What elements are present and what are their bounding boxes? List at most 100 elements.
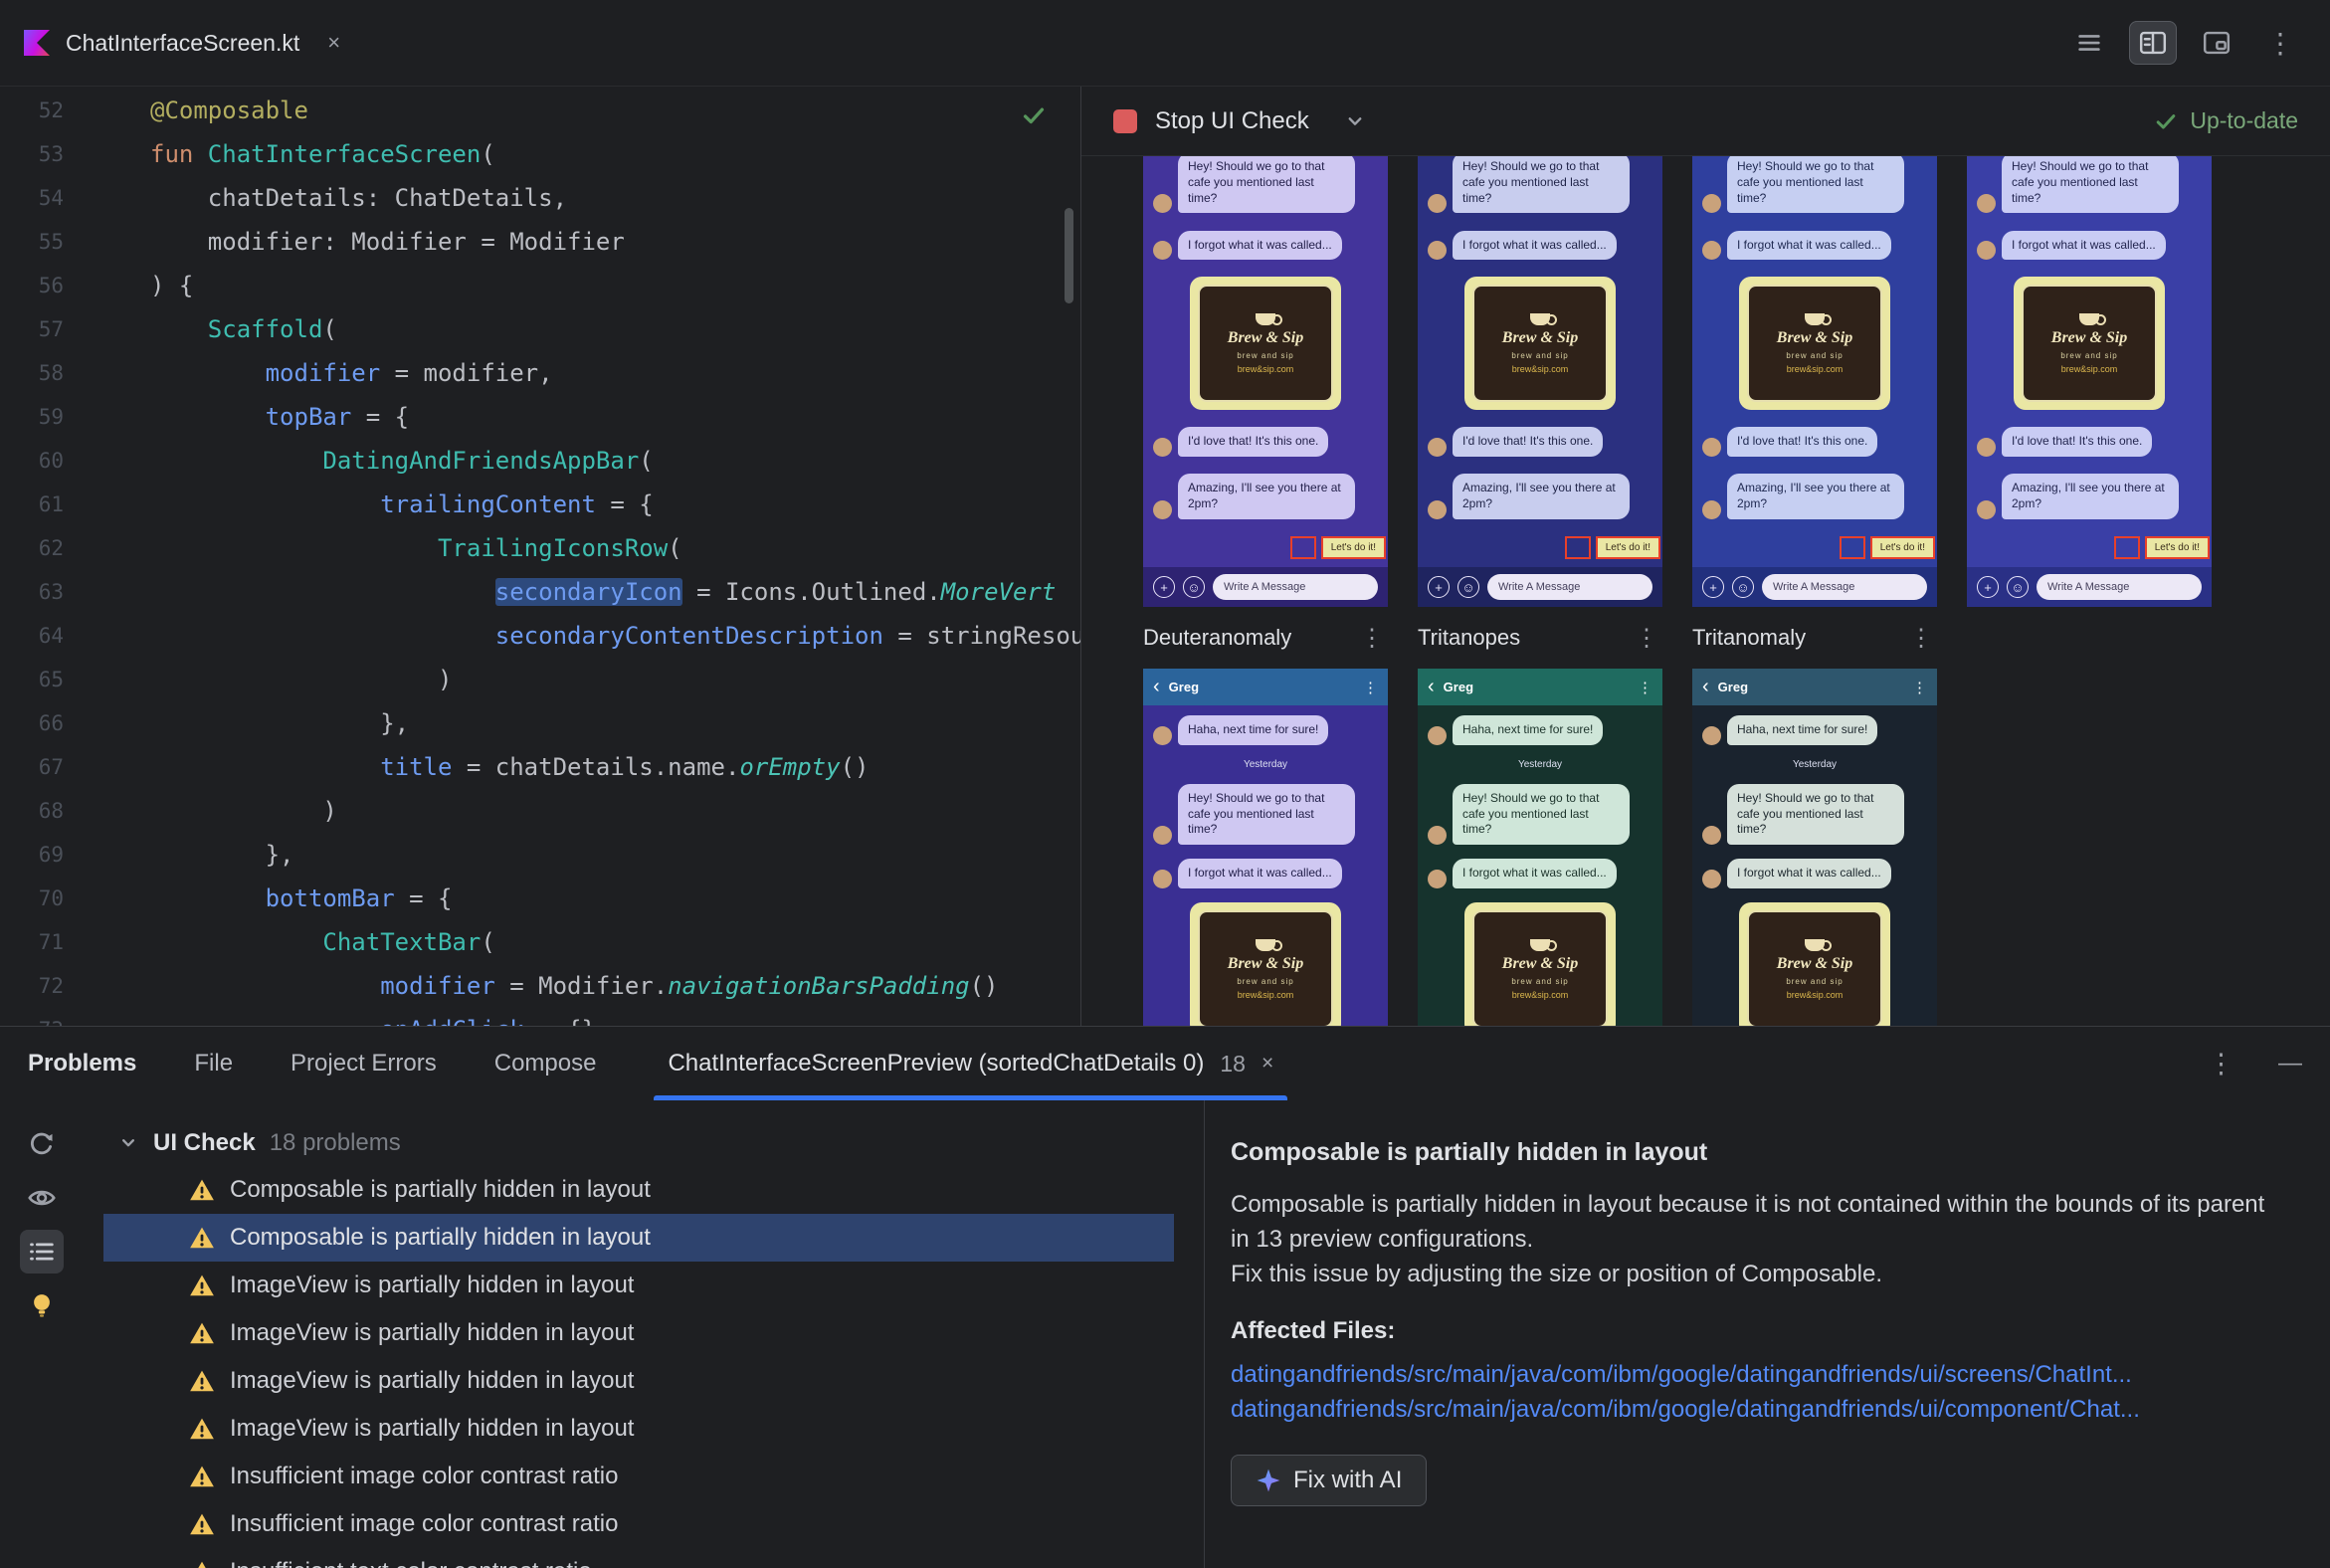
problem-item[interactable]: ImageView is partially hidden in layout bbox=[103, 1405, 1174, 1453]
brew-url: brew&sip.com bbox=[1786, 989, 1844, 1000]
line-number: 67 bbox=[38, 755, 64, 779]
stop-ui-check-button[interactable]: Stop UI Check bbox=[1155, 107, 1309, 135]
chat-bubble: Hey! Should we go to that cafe you menti… bbox=[1178, 783, 1355, 846]
preview-phone[interactable]: ‹ Greg ⋮ Haha, next time for sure! Yesterday… bbox=[1143, 669, 1388, 1026]
editor-tab-label: ChatInterfaceScreen.kt bbox=[66, 29, 300, 56]
split-view-icon[interactable] bbox=[2129, 21, 2177, 65]
variant-menu-icon[interactable]: ⋮ bbox=[1909, 624, 1933, 653]
problem-item[interactable]: Insufficient text color contrast ratio bbox=[103, 1548, 1174, 1568]
code-token: ChatTextBar bbox=[322, 928, 482, 956]
line-number: 66 bbox=[38, 711, 64, 735]
back-icon[interactable]: ‹ bbox=[1153, 676, 1160, 698]
preview-phone[interactable]: ‹ Greg ⋮ Haha, next time for sure! Yesterday… bbox=[1418, 669, 1662, 1026]
kebab-icon[interactable]: ⋮ bbox=[1912, 679, 1927, 696]
tab-chat-interface-preview[interactable]: ChatInterfaceScreenPreview (sortedChatDe… bbox=[654, 1027, 1288, 1100]
chevron-down-icon[interactable] bbox=[1343, 109, 1367, 133]
design-view-icon[interactable] bbox=[2193, 21, 2240, 65]
add-attachment-icon[interactable]: + bbox=[1702, 576, 1724, 598]
coffee-cup-icon bbox=[1256, 938, 1282, 951]
code-text: topBar = { bbox=[64, 403, 410, 431]
card-wrap: Brew & Sip brew and sip brew&sip.com bbox=[1153, 902, 1378, 1026]
problem-item[interactable]: Composable is partially hidden in layout bbox=[103, 1166, 1174, 1214]
more-options-icon[interactable]: ⋮ bbox=[2256, 21, 2304, 65]
code-token: bottomBar bbox=[265, 884, 395, 912]
problem-title: Composable is partially hidden in layout bbox=[1231, 1138, 1708, 1166]
preview-phone[interactable]: Hey! Should we go to that cafe you menti… bbox=[1692, 156, 1937, 607]
group-label: UI Check bbox=[153, 1129, 256, 1156]
editor-tab[interactable]: ChatInterfaceScreen.kt × bbox=[24, 30, 340, 57]
message-row: Haha, next time for sure! bbox=[1702, 715, 1927, 745]
code-token: = chatDetails.name. bbox=[452, 753, 740, 781]
chevron-expanded-icon[interactable] bbox=[117, 1132, 139, 1154]
message-row: Hey! Should we go to that cafe you menti… bbox=[1428, 156, 1652, 214]
tab-project-errors[interactable]: Project Errors bbox=[291, 1050, 437, 1078]
code-view-icon[interactable] bbox=[2065, 21, 2113, 65]
fix-with-ai-button[interactable]: Fix with AI bbox=[1231, 1455, 1428, 1506]
code-token: = Modifier. bbox=[494, 972, 669, 1000]
back-icon[interactable]: ‹ bbox=[1702, 676, 1709, 698]
emoji-icon[interactable]: ☺ bbox=[2007, 576, 2029, 598]
message-input[interactable]: Write A Message bbox=[1487, 574, 1652, 600]
affected-file-link[interactable]: datingandfriends/src/main/java/com/ibm/g… bbox=[1231, 1357, 2286, 1392]
back-icon[interactable]: ‹ bbox=[1428, 676, 1435, 698]
preview-eye-icon[interactable] bbox=[20, 1176, 64, 1220]
preview-phone[interactable]: Hey! Should we go to that cafe you menti… bbox=[1143, 156, 1388, 607]
message-input[interactable]: Write A Message bbox=[2037, 574, 2202, 600]
kebab-icon[interactable]: ⋮ bbox=[1363, 679, 1378, 696]
problem-fix-hint: Fix this issue by adjusting the size or … bbox=[1231, 1261, 1882, 1287]
problem-item[interactable]: Insufficient image color contrast ratio bbox=[103, 1500, 1174, 1548]
message-row: Amazing, I'll see you there at 2pm? bbox=[1977, 474, 2202, 519]
status-label: Up-to-date bbox=[2190, 107, 2298, 133]
problem-item[interactable]: ImageView is partially hidden in layout bbox=[103, 1309, 1174, 1357]
affected-file-link[interactable]: datingandfriends/src/main/java/com/ibm/g… bbox=[1231, 1392, 2286, 1427]
code-token: = modifier, bbox=[380, 359, 553, 387]
preview-phone[interactable]: ‹ Greg ⋮ Haha, next time for sure! Yesterday… bbox=[1692, 669, 1937, 1026]
preview-phone[interactable]: Hey! Should we go to that cafe you menti… bbox=[1967, 156, 2212, 607]
message-input[interactable]: Write A Message bbox=[1213, 574, 1378, 600]
minimize-panel-icon[interactable]: — bbox=[2278, 1050, 2302, 1078]
code-editor[interactable]: 52 @Composable 53 fun ChatInterfaceScreen(5… bbox=[0, 87, 1081, 1026]
show-details-icon[interactable] bbox=[20, 1230, 64, 1274]
lightbulb-icon[interactable] bbox=[20, 1283, 64, 1327]
message-input[interactable]: Write A Message bbox=[1762, 574, 1927, 600]
code-text: modifier: Modifier = Modifier bbox=[64, 228, 625, 256]
preview-phone[interactable]: Hey! Should we go to that cafe you menti… bbox=[1418, 156, 1662, 607]
variant-menu-icon[interactable]: ⋮ bbox=[1360, 624, 1384, 653]
brew-subtitle: brew and sip bbox=[1237, 350, 1294, 360]
refresh-icon[interactable] bbox=[20, 1122, 64, 1166]
add-attachment-icon[interactable]: + bbox=[1428, 576, 1450, 598]
editor-scrollbar[interactable] bbox=[1065, 208, 1073, 303]
code-token: ( bbox=[481, 140, 495, 168]
coffee-cup-icon bbox=[1530, 312, 1557, 325]
check-icon bbox=[2157, 113, 2176, 128]
tab-close-icon[interactable]: × bbox=[327, 30, 340, 56]
code-token: onAddClick bbox=[380, 1016, 524, 1026]
code-token: TrailingIconsRow bbox=[437, 534, 669, 562]
write-message-bar: + ☺ Write A Message bbox=[1143, 567, 1388, 607]
brew-subtitle: brew and sip bbox=[1786, 976, 1844, 986]
active-tab-underline bbox=[654, 1095, 1288, 1100]
problem-item[interactable]: Insufficient image color contrast ratio bbox=[103, 1453, 1174, 1500]
problem-item[interactable]: ImageView is partially hidden in layout bbox=[103, 1262, 1174, 1309]
tab-close-icon[interactable]: × bbox=[1262, 1052, 1273, 1076]
add-attachment-icon[interactable]: + bbox=[1977, 576, 1999, 598]
code-line: 73 onAddClick = {} bbox=[0, 1008, 1080, 1026]
inspections-ok-icon[interactable] bbox=[1021, 102, 1047, 128]
ui-check-group-header[interactable]: UI Check 18 problems bbox=[84, 1120, 1204, 1166]
problem-item[interactable]: ImageView is partially hidden in layout bbox=[103, 1357, 1174, 1405]
panel-options-icon[interactable]: ⋮ bbox=[2208, 1049, 2234, 1079]
emoji-icon[interactable]: ☺ bbox=[1732, 576, 1754, 598]
problem-item[interactable]: Composable is partially hidden in layout bbox=[103, 1214, 1174, 1262]
code-token: fun bbox=[150, 140, 208, 168]
emoji-icon[interactable]: ☺ bbox=[1457, 576, 1479, 598]
kebab-icon[interactable]: ⋮ bbox=[1638, 679, 1652, 696]
add-attachment-icon[interactable]: + bbox=[1153, 576, 1175, 598]
code-text: DatingAndFriendsAppBar( bbox=[64, 447, 653, 475]
variant-menu-icon[interactable]: ⋮ bbox=[1635, 624, 1658, 653]
tab-compose[interactable]: Compose bbox=[494, 1050, 597, 1078]
emoji-icon[interactable]: ☺ bbox=[1183, 576, 1205, 598]
tab-file[interactable]: File bbox=[194, 1050, 233, 1078]
preview-grid: Hey! Should we go to that cafe you menti… bbox=[1081, 156, 2330, 1026]
